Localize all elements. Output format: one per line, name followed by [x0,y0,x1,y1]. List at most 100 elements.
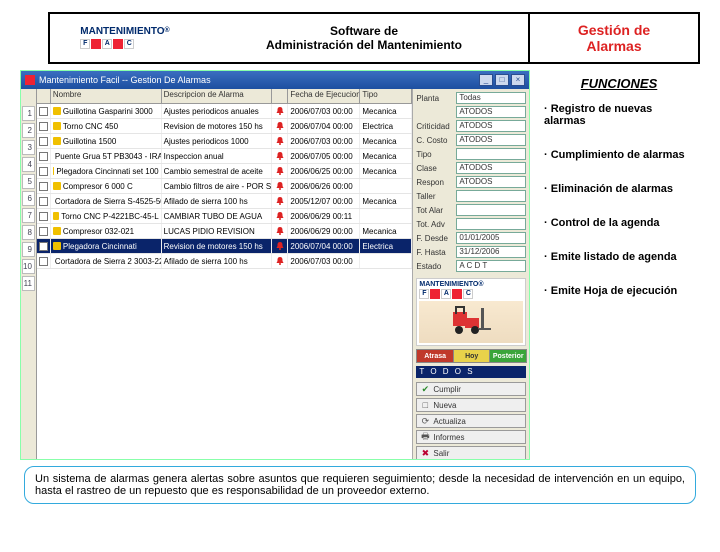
table-row[interactable]: Torno CNC P-4221BC-45-LCAMBIAR TUBO DE A… [37,209,412,224]
bell-icon [272,254,288,268]
functions-panel: FUNCIONES Registro de nuevas alarmasCump… [530,70,700,460]
row-checkbox[interactable] [37,149,51,163]
row-checkbox[interactable] [37,134,51,148]
cell-name: Plegadora Cincinnati [51,239,162,253]
nueva-button[interactable]: □Nueva [416,398,526,412]
filter-input[interactable]: ATODOS [456,106,526,118]
button-label: Informes [433,433,464,442]
filter-input[interactable] [456,218,526,230]
row-checkbox[interactable] [37,164,51,178]
row-checkbox[interactable] [37,104,51,118]
cell-desc: LUCAS PIDIO REVISION [162,224,273,238]
table-row[interactable]: Guillotina Gasparini 3000Ajustes periodi… [37,104,412,119]
titlebar[interactable]: Mantenimiento Facil -- Gestion De Alarma… [21,71,529,89]
table-row[interactable]: Compresor 6 000 CCambio filtros de aire … [37,179,412,194]
filter-input[interactable] [456,148,526,160]
bell-icon [272,119,288,133]
grid-header: Nombre Descripcion de Alarma Fecha de Ej… [37,89,412,104]
filter-input[interactable] [456,190,526,202]
header-section-title: Gestión de Alarmas [528,14,698,62]
alarm-grid[interactable]: Nombre Descripcion de Alarma Fecha de Ej… [37,89,413,459]
button-label: Salir [433,449,449,458]
row-number: 2 [22,123,35,138]
filter-input[interactable]: Todas [456,92,526,104]
cell-name: Torno CNC P-4221BC-45-L [51,209,162,223]
button-icon: ✖ [420,448,430,458]
table-row[interactable]: Compresor 032-021LUCAS PIDIO REVISION200… [37,224,412,239]
row-checkbox[interactable] [37,209,51,223]
filter-input[interactable]: 31/12/2006 [456,246,526,258]
col-type[interactable]: Tipo [360,89,412,103]
filter-input[interactable]: ATODOS [456,134,526,146]
row-checkbox[interactable] [37,239,51,253]
bell-icon [272,134,288,148]
header-line1: Software de [200,24,528,38]
button-icon: ⟳ [420,416,430,426]
function-item: Eliminación de alarmas [544,183,694,195]
cumplir-button[interactable]: ✔Cumplir [416,382,526,396]
filter-input[interactable]: 01/01/2005 [456,232,526,244]
table-row[interactable]: Plegadora Cincinnati set 100Cambio semes… [37,164,412,179]
row-number: 7 [22,208,35,223]
maximize-button[interactable]: □ [495,74,509,86]
logo-text: MANTENIMIENTO [80,26,164,37]
cell-date: 2006/07/03 00:00 [288,104,360,118]
informes-button[interactable]: 🖶Informes [416,430,526,444]
filter-input[interactable] [456,204,526,216]
logo-box: C [124,39,134,49]
minimize-button[interactable]: _ [479,74,493,86]
salir-button[interactable]: ✖Salir [416,446,526,459]
day-filter-bar[interactable]: Atrasa Hoy Posterior [416,349,526,363]
table-row[interactable]: Torno CNC 450Revision de motores 150 hs2… [37,119,412,134]
function-item: Emite listado de agenda [544,251,694,263]
col-desc[interactable]: Descripcion de Alarma [162,89,273,103]
cell-desc: Inspeccion anual [162,149,273,163]
table-row[interactable]: Plegadora CincinnatiRevision de motores … [37,239,412,254]
cell-desc: Cambio semestral de aceite [162,164,273,178]
filter-label: F. Hasta [416,248,454,257]
row-checkbox[interactable] [37,179,51,193]
row-number: 1 [22,106,35,121]
table-row[interactable]: Cortadora de Sierra S-4525-50Afilado de … [37,194,412,209]
logo-box [91,39,101,49]
todos-strip[interactable]: T O D O S [416,366,526,378]
cell-desc: Ajustes periodicos 1000 [162,134,273,148]
filter-input[interactable]: ATODOS [456,176,526,188]
day-past[interactable]: Atrasa [416,349,454,363]
table-row[interactable]: Guillotina 1500Ajustes periodicos 100020… [37,134,412,149]
cell-desc: Cambio filtros de aire - POR SE [162,179,273,193]
cell-name: Puente Grua 5T PB3043 - IRAM [51,149,162,163]
cell-name: Compresor 6 000 C [51,179,162,193]
brand-card: MANTENIMIENTO® FAC [416,278,526,346]
filter-label: C. Costo [416,136,454,145]
col-name[interactable]: Nombre [51,89,162,103]
footer-text: Un sistema de alarmas genera alertas sob… [35,473,685,497]
filter-field: C. CostoATODOS [416,133,526,147]
filter-input[interactable]: A C D T [456,260,526,272]
actualiza-button[interactable]: ⟳Actualiza [416,414,526,428]
item-icon [53,212,59,220]
filter-field: F. Desde01/01/2005 [416,231,526,245]
day-today[interactable]: Hoy [453,349,491,363]
row-checkbox[interactable] [37,254,51,268]
table-row[interactable]: Puente Grua 5T PB3043 - IRAMInspeccion a… [37,149,412,164]
filter-label: Planta [416,94,454,103]
row-checkbox[interactable] [37,224,51,238]
filter-label: Taller [416,192,454,201]
filter-field: F. Hasta31/12/2006 [416,245,526,259]
table-row[interactable]: Cortadora de Sierra 2 3003-22Afilado de … [37,254,412,269]
cell-date: 2006/07/03 00:00 [288,134,360,148]
row-checkbox[interactable] [37,194,51,208]
action-buttons: ✔Cumplir □Nueva ⟳Actualiza 🖶Informes ✖Salir [416,382,526,459]
item-icon [53,227,61,235]
cell-date: 2006/07/04 00:00 [288,119,360,133]
filter-input[interactable]: ATODOS [456,120,526,132]
filter-field: CriticidadATODOS [416,119,526,133]
cell-type: Mecanica [360,134,412,148]
close-button[interactable]: × [511,74,525,86]
row-checkbox[interactable] [37,119,51,133]
filter-input[interactable]: ATODOS [456,162,526,174]
col-date[interactable]: Fecha de Ejecucion [288,89,360,103]
day-future[interactable]: Posterior [489,349,527,363]
logo-squares: F A C [80,39,169,49]
